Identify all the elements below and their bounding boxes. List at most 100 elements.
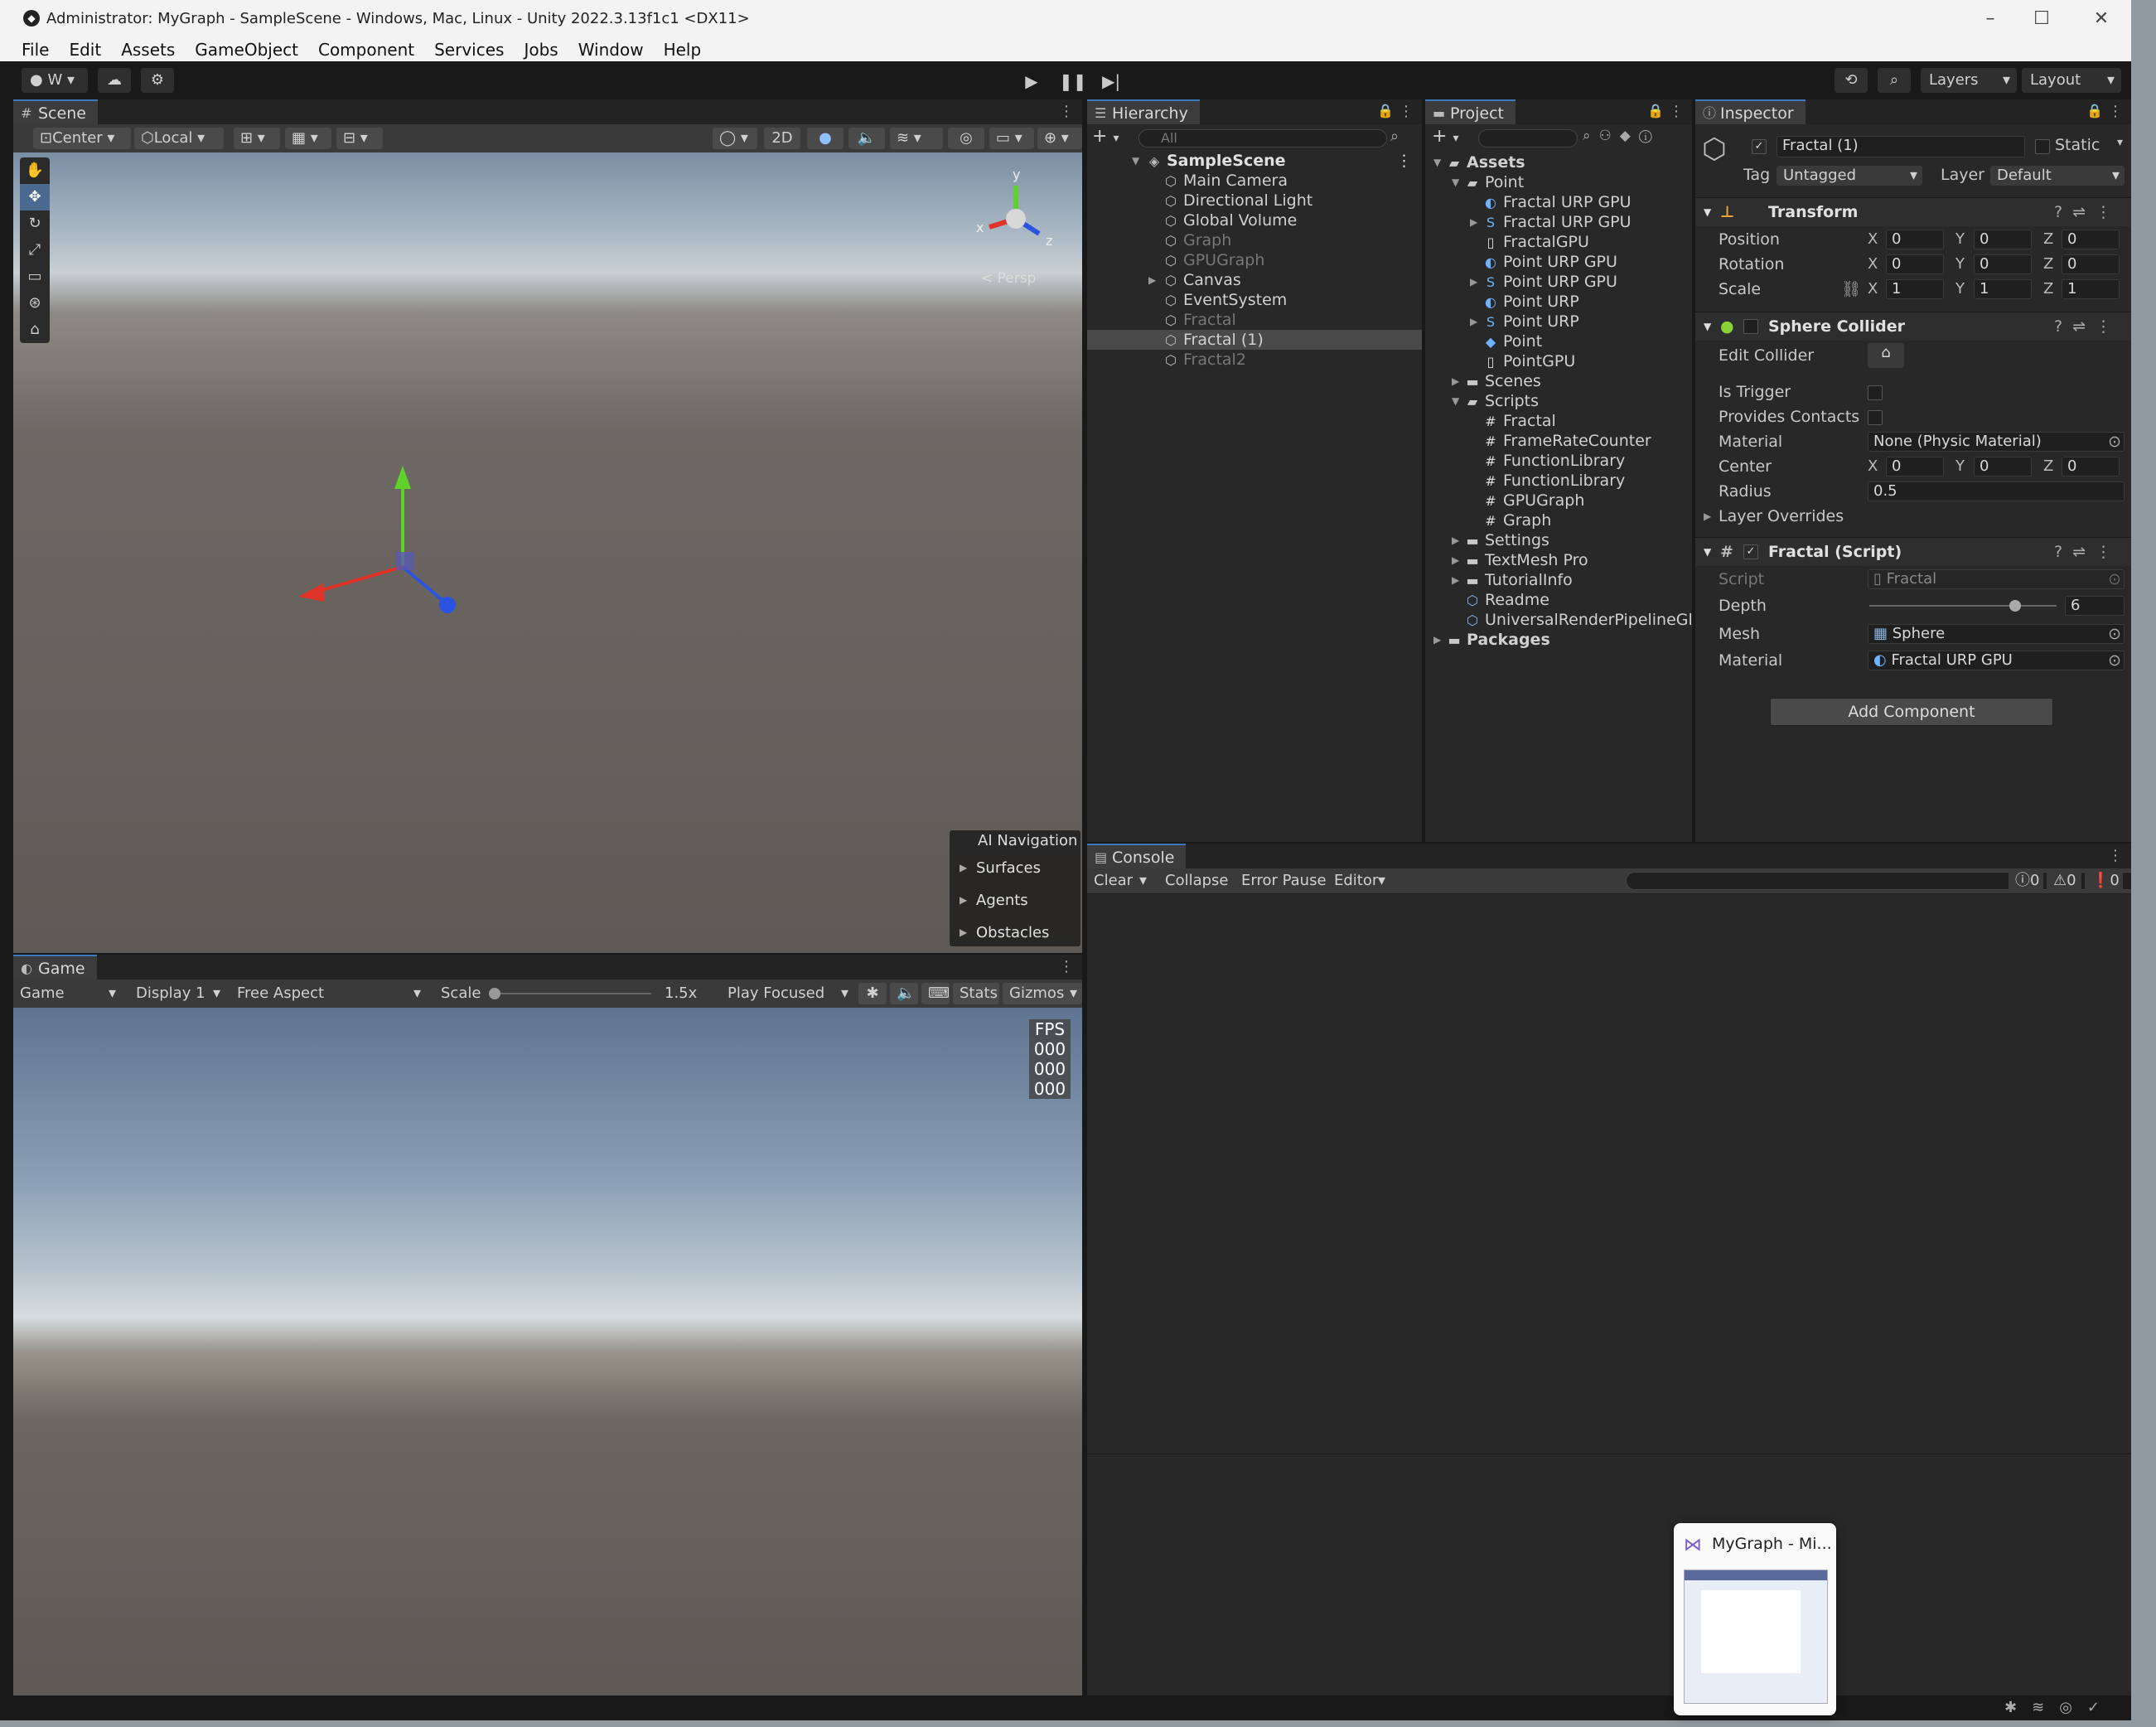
hierarchy-item[interactable]: ⬡ Fractal2 [1087,350,1422,370]
add-object-button[interactable]: + ▾ [1092,126,1119,147]
layer-overrides-row[interactable]: ▶ Layer Overrides [1695,504,2131,529]
rotate-tool-icon[interactable]: ↻ [20,210,50,237]
active-checkbox[interactable]: ✓ [1752,139,1767,154]
lock-icon[interactable]: 🔒 [1647,103,1664,119]
project-item[interactable]: ▶ S Fractal URP GPU [1425,212,1692,232]
stats-button[interactable]: Stats [953,983,999,1004]
taskbar-thumbnail[interactable]: ⋈ MyGraph - Mi... [1674,1523,1836,1715]
maximize-icon[interactable]: ☐ [2025,7,2058,31]
project-item[interactable]: ◆ Point [1425,331,1692,351]
component-menu-icons[interactable]: ?⇌⋮ [2054,312,2121,341]
project-filter-icons[interactable]: ⌕⚇◆ⓘ [1583,128,1661,144]
hierarchy-scene-root[interactable]: ▼ ◈ SampleScene ⋮ [1087,151,1422,171]
fractal-material-field[interactable]: ◐ Fractal URP GPU [1868,651,2125,670]
more-options-icon[interactable]: ⋮ [2108,847,2123,864]
gizmos-button[interactable]: ⊕ ▾ [1037,128,1082,149]
expand-icon[interactable]: ▶ [1148,270,1156,290]
visibility-icon[interactable]: ◎ [948,128,984,149]
menu-gameobject[interactable]: GameObject [185,38,308,61]
collider-material-field[interactable]: None (Physic Material) [1868,432,2125,452]
more-options-icon[interactable]: ⋮ [1059,103,1074,120]
tab-project[interactable]: ▬ Project [1425,99,1516,124]
tab-console[interactable]: ▤ Console [1087,844,1187,868]
project-item[interactable]: ▯ PointGPU [1425,351,1692,371]
scale-y-field[interactable]: 1 [1974,279,2032,299]
game-mode-dropdown[interactable]: Game ▾ [13,983,121,1004]
project-item[interactable]: ▶ ▬ Scenes [1425,371,1692,391]
error-pause-button[interactable]: Error Pause [1235,870,1327,892]
center-y-field[interactable]: 0 [1974,457,2032,476]
bug-icon[interactable]: ✱ [858,983,887,1004]
scale-x-field[interactable]: 1 [1886,279,1944,299]
close-icon[interactable]: ✕ [2085,7,2118,31]
hand-tool-icon[interactable]: ✋ [20,157,50,184]
project-item[interactable]: ◐ Fractal URP GPU [1425,192,1692,212]
status-icons[interactable]: ✱≋◎✓ [2004,1699,2115,1716]
project-item[interactable]: ▯ FractalGPU [1425,232,1692,252]
menu-file[interactable]: File [0,38,59,61]
project-item[interactable]: ▼ ▰ Assets [1425,152,1692,172]
lock-icon[interactable]: 🔒 [1377,103,1394,119]
depth-field[interactable]: 6 [2065,596,2125,616]
project-item[interactable]: ▶ S Point URP [1425,312,1692,331]
object-picker-icon[interactable]: ⊙ [2108,622,2121,646]
audio-icon[interactable]: 🔈 [848,128,885,149]
move-tool-icon[interactable]: ✥ [20,184,50,210]
project-item[interactable]: ▶ ▬ TextMesh Pro [1425,550,1692,570]
tab-scene[interactable]: # Scene [13,99,98,124]
expand-icon[interactable]: ▼ [1433,152,1441,172]
project-item[interactable]: ⬡ Readme [1425,590,1692,610]
z-axis-handle[interactable] [401,565,446,603]
expand-icon[interactable]: ▶ [1470,272,1477,292]
expand-icon[interactable]: ▶ [1452,570,1459,590]
layout-dropdown[interactable]: Layout ▾ [2022,68,2121,93]
project-item[interactable]: ⬡ UniversalRenderPipelineGlol [1425,610,1692,630]
lock-icon[interactable]: 🔒 [2086,103,2103,119]
account-button[interactable]: ● W ▾ [22,68,88,93]
menu-window[interactable]: Window [568,38,654,61]
create-asset-button[interactable]: + ▾ [1432,126,1458,147]
hierarchy-item[interactable]: ⬡ EventSystem [1087,290,1422,310]
tab-inspector[interactable]: ⓘ Inspector [1695,99,1806,124]
cloud-icon[interactable]: ☁ [98,68,131,93]
expand-icon[interactable]: ▶ [1452,371,1459,391]
rotation-z-field[interactable]: 0 [2062,254,2120,274]
rect-tool-icon[interactable]: ▭ [20,264,50,290]
radius-field[interactable]: 0.5 [1868,481,2125,501]
project-item[interactable]: ▶ S Point URP GPU [1425,272,1692,292]
hierarchy-item[interactable]: ▶ ⬡ Canvas [1087,270,1422,290]
menu-help[interactable]: Help [654,38,712,61]
hierarchy-item[interactable]: ⬡ Main Camera [1087,171,1422,191]
expand-icon[interactable]: ▶ [1452,550,1459,570]
project-item[interactable]: # FrameRateCounter [1425,431,1692,451]
link-icon[interactable]: ⛓ [1841,277,1861,302]
rotation-x-field[interactable]: 0 [1886,254,1944,274]
tag-dropdown[interactable]: Untagged ▾ [1777,166,1922,186]
object-picker-icon[interactable]: ⊙ [2108,429,2121,454]
minimize-icon[interactable]: – [1974,7,2007,31]
more-options-icon[interactable]: ⋮ [1059,958,1074,975]
position-x-field[interactable]: 0 [1886,230,1944,249]
pause-icon[interactable]: ❚❚ [1059,70,1087,93]
camera-button[interactable]: ▭ ▾ [989,128,1034,149]
plane-handle[interactable] [396,552,414,570]
error-count-toggle[interactable]: ❗0 [2085,870,2123,892]
menu-jobs[interactable]: Jobs [514,38,568,61]
expand-icon[interactable]: ▶ [1433,630,1441,650]
component-menu-icons[interactable]: ?⇌⋮ [2054,538,2121,566]
transform-header[interactable]: ▼ ⊥ Transform ?⇌⋮ [1695,197,2131,226]
warning-count-toggle[interactable]: ⚠0 [2047,870,2081,892]
tab-game[interactable]: ◐ Game [13,955,97,980]
position-z-field[interactable]: 0 [2062,230,2120,249]
orientation-gizmo[interactable]: y x z [966,169,1074,268]
component-menu-icons[interactable]: ?⇌⋮ [2054,198,2121,226]
lighting-icon[interactable]: ● [807,128,844,149]
audio-mute-icon[interactable]: 🔈 [890,983,918,1004]
static-checkbox[interactable] [2035,139,2050,154]
effects-button[interactable]: ≋ ▾ [890,128,943,149]
project-item[interactable]: ◐ Point URP [1425,292,1692,312]
ai-nav-agents[interactable]: ▶ Agents [950,884,1080,917]
mesh-field[interactable]: ▦ Sphere [1868,624,2125,644]
increment-snap-button[interactable]: ⊟ ▾ [336,128,383,149]
hierarchy-item[interactable]: ⬡ Graph [1087,230,1422,250]
